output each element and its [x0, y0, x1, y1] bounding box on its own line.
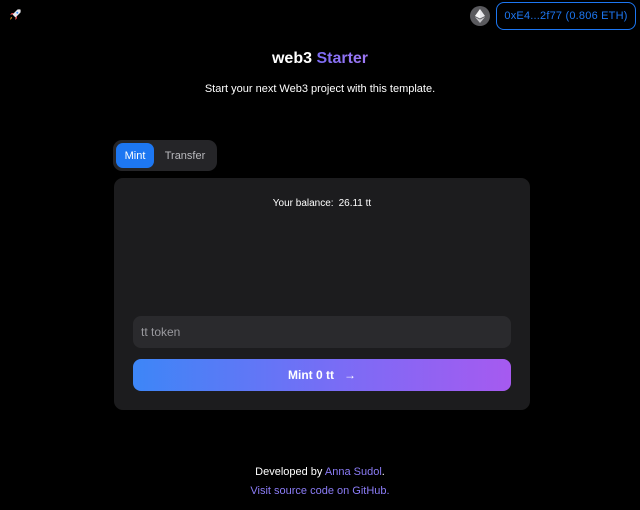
token-amount-input[interactable] — [133, 316, 511, 348]
balance-row: Your balance: 26.11 tt — [114, 198, 530, 209]
footer-period: . — [381, 466, 385, 478]
balance-label: Your balance: — [272, 198, 334, 209]
footer-developed-by: Developed by — [255, 466, 323, 478]
ethereum-icon[interactable] — [470, 6, 490, 26]
wallet-button[interactable]: 0xE4...2f77 (0.806 ETH) — [496, 2, 636, 30]
tab-bar: Mint Transfer — [113, 140, 217, 171]
author-link[interactable]: Anna Sudol — [325, 466, 382, 478]
mint-button[interactable]: Mint 0 tt → — [133, 359, 511, 391]
page-title: web3 Starter — [0, 50, 640, 68]
mint-button-label: Mint 0 tt — [288, 368, 334, 382]
title-accent: Starter — [316, 50, 369, 67]
arrow-right-icon: → — [344, 368, 356, 382]
title-primary: web3 — [271, 50, 312, 67]
github-source-link[interactable]: Visit source code on GitHub. — [0, 485, 640, 497]
rocket-icon[interactable] — [8, 8, 22, 22]
tab-transfer[interactable]: Transfer — [156, 143, 214, 168]
tab-mint[interactable]: Mint — [116, 143, 154, 168]
page: 0xE4...2f77 (0.806 ETH) web3 Starter Sta… — [0, 0, 640, 510]
footer-credit: Developed by Anna Sudol. — [0, 466, 640, 478]
mint-card: Your balance: 26.11 tt Mint 0 tt → — [114, 178, 530, 410]
page-subtitle: Start your next Web3 project with this t… — [204, 83, 436, 95]
balance-value: 26.11 tt — [338, 198, 372, 209]
